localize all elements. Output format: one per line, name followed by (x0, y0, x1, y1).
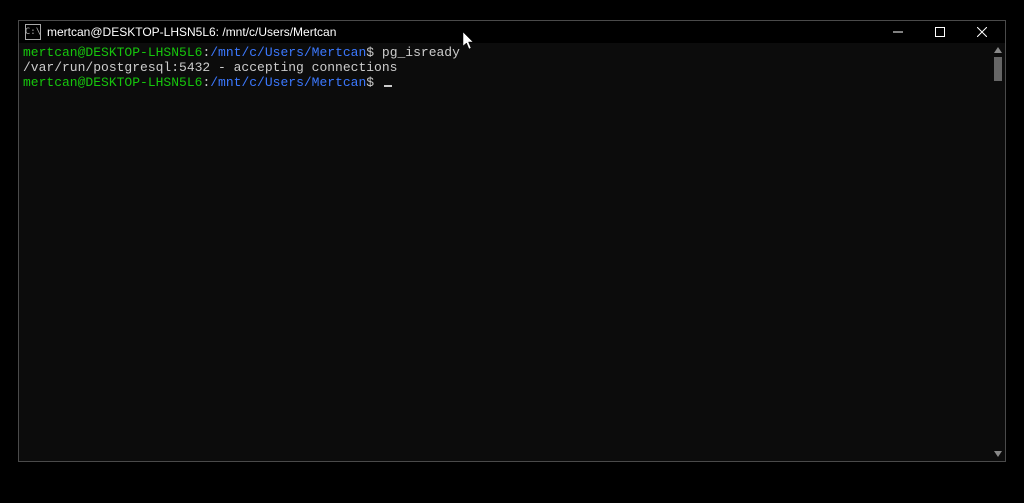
scroll-up-icon[interactable] (991, 43, 1005, 57)
scroll-thumb[interactable] (994, 57, 1002, 81)
maximize-button[interactable] (919, 21, 961, 43)
close-button[interactable] (961, 21, 1003, 43)
user-host: mertcan@DESKTOP-LHSN5L6 (23, 45, 202, 60)
window-controls (877, 21, 1003, 43)
cwd-path: /mnt/c/Users/Mertcan (210, 45, 366, 60)
titlebar[interactable]: C:\ mertcan@DESKTOP-LHSN5L6: /mnt/c/User… (19, 21, 1005, 43)
cwd-path: /mnt/c/Users/Mertcan (210, 75, 366, 90)
terminal-window: C:\ mertcan@DESKTOP-LHSN5L6: /mnt/c/User… (18, 20, 1006, 462)
prompt-line: mertcan@DESKTOP-LHSN5L6:/mnt/c/Users/Mer… (23, 75, 1001, 90)
minimize-button[interactable] (877, 21, 919, 43)
window-title: mertcan@DESKTOP-LHSN5L6: /mnt/c/Users/Me… (47, 25, 877, 39)
scrollbar[interactable] (991, 43, 1005, 461)
terminal-body[interactable]: mertcan@DESKTOP-LHSN5L6:/mnt/c/Users/Mer… (19, 43, 1005, 461)
cursor (384, 85, 392, 87)
scroll-down-icon[interactable] (991, 447, 1005, 461)
mouse-cursor-icon (463, 32, 475, 50)
prompt-line: mertcan@DESKTOP-LHSN5L6:/mnt/c/Users/Mer… (23, 45, 1001, 60)
user-host: mertcan@DESKTOP-LHSN5L6 (23, 75, 202, 90)
terminal-icon: C:\ (25, 24, 41, 40)
output-line: /var/run/postgresql:5432 - accepting con… (23, 60, 1001, 75)
command-text: pg_isready (382, 45, 460, 60)
